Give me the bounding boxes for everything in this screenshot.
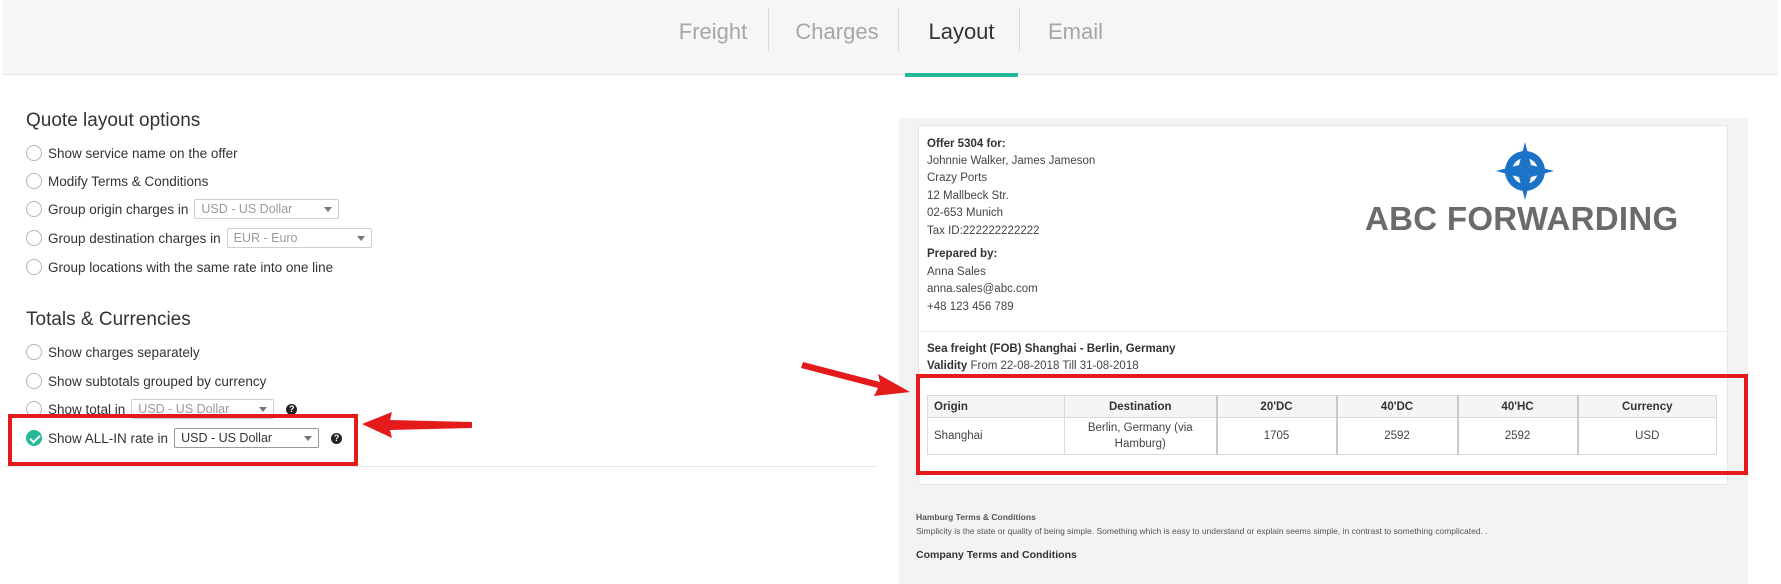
group-destination-currency-select[interactable]: EUR - Euro <box>226 228 372 248</box>
client-name: Johnnie Walker, James Jameson <box>927 155 1096 167</box>
tab-charges[interactable]: Charges <box>785 0 889 75</box>
tab-divider <box>768 8 769 52</box>
validity-line: Validity From 22-08-2018 Till 31-08-2018 <box>927 360 1139 372</box>
client-tax-id: Tax ID:222222222222 <box>927 225 1040 237</box>
option-group-destination[interactable]: Group destination charges in EUR - Euro <box>26 228 372 248</box>
help-icon[interactable]: ? <box>286 403 298 415</box>
divider <box>3 466 878 467</box>
chevron-down-icon <box>259 406 268 412</box>
hamburg-terms-text: Simplicity is the state or quality of be… <box>916 526 1488 536</box>
chevron-down-icon <box>356 235 365 241</box>
option-modify-terms[interactable]: Modify Terms & Conditions <box>26 171 208 191</box>
freight-title: Sea freight (FOB) Shanghai - Berlin, Ger… <box>927 343 1176 355</box>
agent-name: Anna Sales <box>927 266 986 278</box>
select-value: EUR - Euro <box>233 231 298 245</box>
agent-phone: +48 123 456 789 <box>927 301 1014 313</box>
option-label: Show service name on the offer <box>48 145 238 161</box>
hamburg-terms-title: Hamburg Terms & Conditions <box>916 512 1036 522</box>
option-show-charges-separately[interactable]: Show charges separately <box>26 342 200 362</box>
option-label: Modify Terms & Conditions <box>48 173 209 189</box>
radio-icon[interactable] <box>26 173 42 189</box>
active-tab-indicator <box>905 73 1018 77</box>
select-value: USD - US Dollar <box>201 202 293 216</box>
radio-icon[interactable] <box>26 201 42 217</box>
arrow-right-icon <box>801 362 910 396</box>
option-label: Group destination charges in <box>48 230 221 246</box>
radio-icon[interactable] <box>26 344 42 360</box>
tab-email[interactable]: Email <box>1033 0 1118 75</box>
logo-text: ABC FORWARDING <box>1365 200 1679 237</box>
option-label: Group locations with the same rate into … <box>48 259 334 275</box>
group-origin-currency-select[interactable]: USD - US Dollar <box>194 199 340 219</box>
client-street: 12 Mallbeck Str. <box>927 190 1009 202</box>
validity-value: From 22-08-2018 Till 31-08-2018 <box>970 360 1139 372</box>
chevron-down-icon <box>324 206 333 212</box>
radio-icon[interactable] <box>26 259 42 275</box>
offer-title: Offer 5304 for: <box>927 138 1006 150</box>
client-city: 02-653 Munich <box>927 207 1004 219</box>
highlight-box-all-in <box>8 414 358 466</box>
validity-label: Validity <box>927 360 968 372</box>
compass-logo-icon <box>1496 142 1554 200</box>
totals-currencies-title: Totals & Currencies <box>26 309 191 330</box>
highlight-box-rates-table <box>916 374 1748 475</box>
radio-icon[interactable] <box>26 230 42 246</box>
tab-divider <box>1019 8 1020 52</box>
agent-email: anna.sales@abc.com <box>927 283 1038 295</box>
quote-layout-options-title: Quote layout options <box>26 110 201 131</box>
tabs-bar: Freight Charges Layout Email <box>3 0 1778 75</box>
client-company: Crazy Ports <box>927 172 988 184</box>
option-label: Show subtotals grouped by currency <box>48 373 267 389</box>
tab-divider <box>898 8 899 52</box>
option-label: Group origin charges in <box>48 201 189 217</box>
radio-icon[interactable] <box>26 373 42 389</box>
radio-icon[interactable] <box>26 145 42 161</box>
option-show-service-name[interactable]: Show service name on the offer <box>26 143 238 163</box>
tab-layout[interactable]: Layout <box>905 0 1018 75</box>
option-group-origin[interactable]: Group origin charges in USD - US Dollar <box>26 199 340 219</box>
option-label: Show charges separately <box>48 344 200 360</box>
tab-freight[interactable]: Freight <box>668 0 758 75</box>
preview-divider <box>918 331 1728 332</box>
option-show-subtotals[interactable]: Show subtotals grouped by currency <box>26 371 266 391</box>
arrow-left-icon <box>362 412 472 438</box>
prepared-by-label: Prepared by: <box>927 248 998 260</box>
option-group-locations[interactable]: Group locations with the same rate into … <box>26 257 333 277</box>
company-terms-title: Company Terms and Conditions <box>916 549 1077 561</box>
